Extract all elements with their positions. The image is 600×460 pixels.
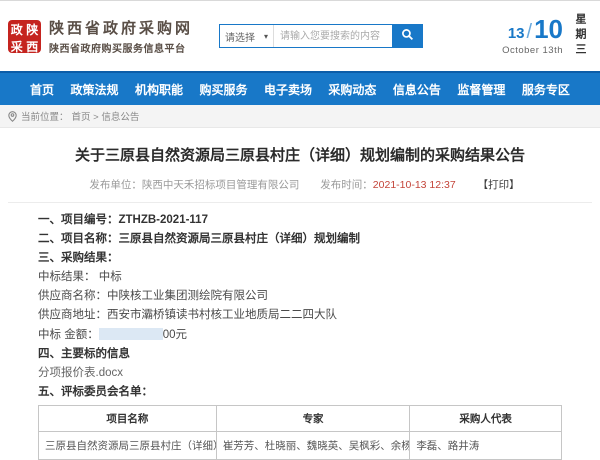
project-name-line: 二、项目名称：三原县自然资源局三原县村庄（详细）规划编制 bbox=[38, 233, 600, 246]
nav-item-announcements[interactable]: 信息公告 bbox=[393, 81, 441, 98]
search-bar: 请选择 ▾ bbox=[219, 24, 423, 48]
search-button[interactable] bbox=[392, 25, 422, 47]
nav-item-e-marketplace[interactable]: 电子卖场 bbox=[264, 81, 312, 98]
table-header-row: 项目名称 专家 采购人代表 bbox=[39, 406, 562, 432]
publish-time-value: 2021-10-13 12:37 bbox=[373, 179, 456, 191]
search-select-label: 请选择 bbox=[225, 29, 255, 44]
date-widget: 13 / 10 October 13th 星期三 bbox=[502, 13, 592, 59]
supplier-address-line: 供应商地址：西安市灞桥镇读书村核工业地质局二二四大队 bbox=[38, 309, 600, 322]
nav-item-functions[interactable]: 机构职能 bbox=[135, 81, 183, 98]
column-header-experts: 专家 bbox=[216, 406, 410, 432]
chevron-down-icon: ▾ bbox=[264, 32, 268, 41]
nav-item-policies[interactable]: 政策法规 bbox=[70, 81, 118, 98]
publisher-value: 陕西中天禾招标项目管理有限公司 bbox=[142, 179, 300, 191]
table-row: 三原县自然资源局三原县村庄（详细）规划编制 崔芳芳、杜晓丽、魏晓英、吴枫彩、余杨… bbox=[39, 432, 562, 460]
page-title: 关于三原县自然资源局三原县村庄（详细）规划编制的采购结果公告 bbox=[24, 144, 576, 165]
nav-item-service-zone[interactable]: 服务专区 bbox=[522, 81, 570, 98]
breadcrumb-label: 当前位置： bbox=[21, 109, 69, 123]
procurement-result-heading: 三、采购结果： bbox=[38, 252, 600, 265]
publisher-group: 发布单位：陕西中天禾招标项目管理有限公司 bbox=[89, 179, 299, 191]
bid-amount-masked-value bbox=[99, 328, 163, 340]
main-nav: 首页 政策法规 机构职能 购买服务 电子卖场 采购动态 信息公告 监督管理 服务… bbox=[0, 71, 600, 105]
nav-item-home[interactable]: 首页 bbox=[30, 81, 54, 98]
logo-char: 陕 bbox=[25, 21, 41, 38]
section4-heading: 四、主要标的信息 bbox=[38, 348, 600, 361]
supplier-name-line: 供应商名称：中陕核工业集团测绘院有限公司 bbox=[38, 290, 600, 303]
column-header-project-name: 项目名称 bbox=[39, 406, 217, 432]
location-pin-icon bbox=[8, 111, 17, 122]
bid-result-line: 中标结果： 中标 bbox=[38, 271, 600, 284]
nav-item-supervision[interactable]: 监督管理 bbox=[457, 81, 505, 98]
cell-project-name: 三原县自然资源局三原县村庄（详细）规划编制 bbox=[39, 432, 217, 460]
logo-char: 采 bbox=[9, 38, 25, 55]
date-english: October 13th bbox=[502, 45, 563, 56]
cell-purchaser-reps: 李磊、路井涛 bbox=[410, 432, 562, 460]
bid-amount-suffix: 00元 bbox=[163, 329, 187, 341]
site-logo-stamp-icon: 政 陕 采 西 bbox=[8, 20, 41, 53]
article-body: 一、项目编号：ZTHZB-2021-117 二、项目名称：三原县自然资源局三原县… bbox=[0, 203, 600, 399]
date-day: 13 bbox=[508, 25, 525, 42]
site-titles: 陕西省政府采购网 陕西省政府购买服务信息平台 bbox=[49, 17, 193, 55]
breadcrumb-path[interactable]: 首页 > 信息公告 bbox=[72, 109, 140, 123]
search-input[interactable] bbox=[274, 25, 392, 47]
cell-experts: 崔芳芳、杜晓丽、魏晓英、吴枫彩、余杨文 bbox=[216, 432, 410, 460]
nav-item-purchase-services[interactable]: 购买服务 bbox=[199, 81, 247, 98]
publish-time-group: 发布时间：2021-10-13 12:37 bbox=[320, 179, 455, 191]
search-icon bbox=[401, 28, 414, 44]
site-subtitle: 陕西省政府购买服务信息平台 bbox=[49, 40, 193, 55]
column-header-purchaser-reps: 采购人代表 bbox=[410, 406, 562, 432]
project-number-line: 一、项目编号：ZTHZB-2021-117 bbox=[38, 214, 600, 227]
attachment-link[interactable]: 分项报价表.docx bbox=[38, 367, 123, 379]
site-title: 陕西省政府采购网 bbox=[49, 17, 193, 38]
breadcrumb: 当前位置： 首页 > 信息公告 bbox=[0, 105, 600, 128]
date-weekday: 星期三 bbox=[572, 13, 588, 59]
evaluation-committee-table: 项目名称 专家 采购人代表 三原县自然资源局三原县村庄（详细）规划编制 崔芳芳、… bbox=[38, 405, 562, 460]
nav-item-procurement-news[interactable]: 采购动态 bbox=[328, 81, 376, 98]
date-month: 10 bbox=[534, 17, 563, 41]
publisher-label: 发布单位： bbox=[89, 179, 142, 191]
print-button[interactable]: 【打印】 bbox=[478, 179, 520, 191]
date-slash: / bbox=[527, 21, 533, 44]
logo-char: 西 bbox=[25, 38, 41, 55]
site-header: 政 陕 采 西 陕西省政府采购网 陕西省政府购买服务信息平台 请选择 ▾ 13 … bbox=[0, 1, 600, 71]
logo-char: 政 bbox=[9, 21, 25, 38]
section5-heading: 五、评标委员会名单： bbox=[38, 386, 600, 399]
article-meta: 发布单位：陕西中天禾招标项目管理有限公司 发布时间：2021-10-13 12:… bbox=[0, 177, 600, 192]
date-numbers: 13 / 10 October 13th bbox=[502, 17, 563, 56]
announcement-article: 关于三原县自然资源局三原县村庄（详细）规划编制的采购结果公告 发布单位：陕西中天… bbox=[0, 128, 600, 460]
bid-amount-label: 中标 金额： bbox=[38, 329, 99, 341]
publish-time-label: 发布时间： bbox=[320, 179, 373, 191]
search-category-select[interactable]: 请选择 ▾ bbox=[220, 25, 274, 47]
bid-amount-line: 中标 金额： 00元 bbox=[38, 328, 600, 342]
